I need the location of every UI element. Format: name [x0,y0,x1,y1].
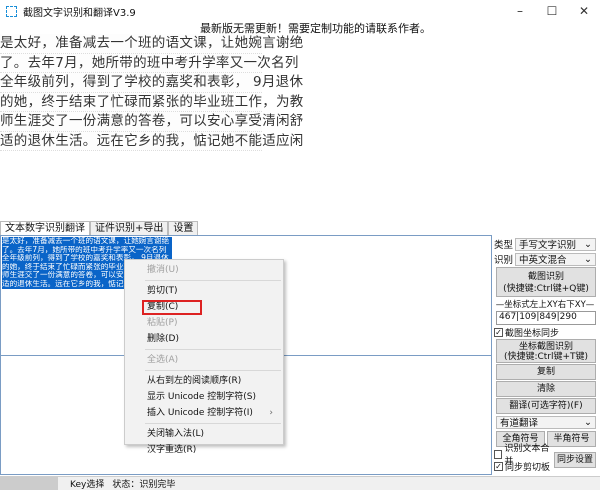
checkbox-checked-icon: ✓ [494,327,503,337]
merge-checkbox[interactable]: 识别文本合并 [494,444,554,467]
menu-item-cut[interactable]: 剪切(T) [125,283,283,299]
preview-line: 师生涯交了一份满意的答卷，可以安心享受清闲舒 [0,112,303,132]
menu-separator [145,280,281,281]
capture-shortcut: (快捷键:Ctrl键+Q键) [503,284,589,294]
capture-button[interactable]: 截图识别 (快捷键:Ctrl键+Q键) [496,267,596,297]
menu-item-label: 插入 Unicode 控制字符(I) [147,408,253,418]
type-label: 类型 [494,240,514,251]
menu-item-delete[interactable]: 删除(D) [125,331,283,347]
highlight-box [142,300,202,315]
submenu-arrow-icon: › [269,408,273,418]
coord-capture-shortcut: (快捷键:Ctrl键+T键) [503,352,589,362]
context-menu: 撤消(U) 剪切(T) 复制(C) 粘贴(P) 删除(D) 全选(A) 从右到左… [124,259,284,455]
menu-item-close-ime[interactable]: 关闭输入法(L) [125,426,283,442]
sync-clipboard-checkbox[interactable]: ✓ 同步剪切板 [494,460,554,473]
app-icon [6,5,17,17]
lang-value: 中英文混合 [519,255,567,266]
status-bar: Key选择 状态：识别完毕 [0,476,600,490]
preview-line: 全年级前列，得到了学校的嘉奖和表彰， 9月退休 [0,73,303,93]
type-select[interactable]: 手写文字识别 ⌄ [515,237,596,251]
window-title: 截图文字识别和翻译V3.9 [23,7,136,19]
preview-line: 了。去年7月，她所带的班中考升学率又一次名列 [0,54,298,73]
chevron-down-icon: ⌄ [584,416,592,428]
halfwidth-button[interactable]: 半角符号 [547,431,596,447]
minimize-button[interactable]: – [504,0,536,22]
chevron-down-icon: ⌄ [584,253,592,265]
text-line: 是太好，准备减去一个班的语文课，让她婉言谢绝 [2,237,172,246]
title-bar: 截图文字识别和翻译V3.9 – ☐ ✕ [0,0,600,22]
copy-button[interactable]: 复制 [496,364,596,380]
menu-separator [145,370,281,371]
menu-item-reconvert[interactable]: 汉字重选(R) [125,442,283,458]
menu-item-show-unicode[interactable]: 显示 Unicode 控制字符(S) [125,389,283,405]
sync-clipboard-label: 同步剪切板 [505,462,551,473]
preview-line: 适的退休生活。远在它乡的我，惦记她不能适应闲 [0,132,303,151]
lang-label: 识别 [494,255,514,266]
menu-item-undo[interactable]: 撤消(U) [125,262,283,278]
tab-id-recognition[interactable]: 证件识别+导出 [90,221,169,235]
status-grip [0,477,58,490]
side-panel: 类型 手写文字识别 ⌄ 识别 中英文混合 ⌄ 截图识别 (快捷键:Ctrl键+Q键) —坐… [494,237,600,473]
sync-label: 截图坐标同步 [505,328,560,339]
coord-capture-label: 坐标截图识别 [518,342,573,352]
checkbox-unchecked-icon [494,449,503,459]
tab-text-recognition[interactable]: 文本数字识别翻译 [0,221,90,236]
tab-settings[interactable]: 设置 [168,221,199,235]
engine-value: 有道翻译 [500,418,539,429]
menu-separator [145,423,281,424]
key-select[interactable]: Key选择 [70,477,104,490]
coord-capture-button[interactable]: 坐标截图识别 (快捷键:Ctrl键+T键) [496,339,596,363]
type-value: 手写文字识别 [519,240,577,251]
sync-settings-button[interactable]: 同步设置 [553,452,596,468]
sync-checkbox[interactable]: ✓ 截图坐标同步 [494,326,600,339]
preview-line: 是太好，准备减去一个班的语文课，让她婉言谢绝 [0,34,303,54]
engine-select[interactable]: 有道翻译 ⌄ [496,415,596,429]
menu-item-select-all[interactable]: 全选(A) [125,352,283,368]
lang-select[interactable]: 中英文混合 ⌄ [515,252,596,266]
close-button[interactable]: ✕ [568,0,600,22]
coord-label: —坐标式左上XY右下XY— [495,300,595,310]
captured-image-preview: 是太好，准备减去一个班的语文课，让她婉言谢绝 了。去年7月，她所带的班中考升学率… [0,34,303,151]
status-text: 状态：识别完毕 [112,480,176,490]
checkbox-checked-icon: ✓ [494,461,503,471]
clear-button[interactable]: 清除 [496,381,596,397]
chevron-down-icon: ⌄ [584,238,592,250]
menu-item-insert-unicode[interactable]: 插入 Unicode 控制字符(I) › [125,405,283,421]
translate-button[interactable]: 翻译(可选字符)(F) [496,398,596,414]
menu-item-rtl[interactable]: 从右到左的阅读顺序(R) [125,373,283,389]
menu-item-copy[interactable]: 复制(C) [125,299,283,315]
maximize-button[interactable]: ☐ [536,0,568,22]
text-line: 了。去年7月，她所带的班中考升学率又一次名列 [2,245,172,255]
menu-item-paste[interactable]: 粘贴(P) [125,315,283,331]
coord-input[interactable]: 467|109|849|290 [496,311,596,325]
menu-separator [145,349,281,350]
capture-button-label: 截图识别 [527,272,564,282]
preview-line: 的她，终于结束了忙碌而紧张的毕业班工作，为教 [0,93,303,112]
